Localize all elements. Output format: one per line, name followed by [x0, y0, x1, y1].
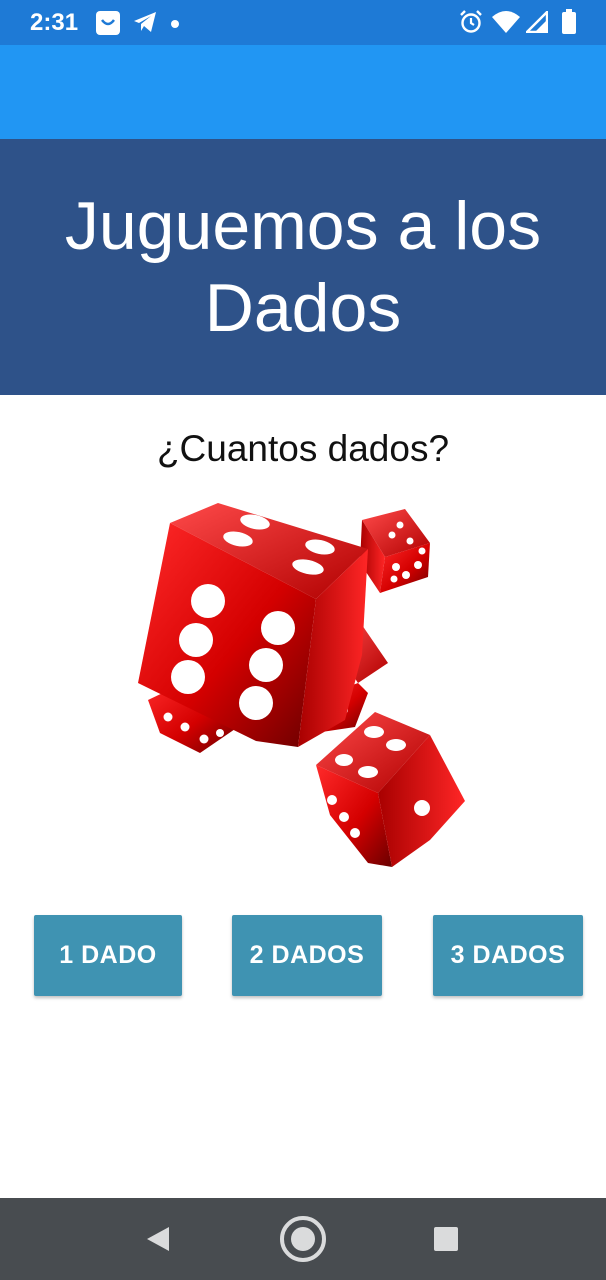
- smile-notification-icon: [95, 10, 121, 41]
- battery-icon: [561, 9, 577, 40]
- navigation-bar: [0, 1198, 606, 1280]
- small-die-top-right: [360, 509, 430, 593]
- telegram-icon: [132, 10, 158, 39]
- three-dice-button[interactable]: 3 DADOS: [433, 915, 583, 996]
- dot-icon: [170, 16, 180, 34]
- alarm-icon: [459, 10, 483, 39]
- status-bar: 2:31: [0, 0, 606, 45]
- title-line-2: Dados: [204, 270, 402, 346]
- red-dice-image: [130, 495, 475, 875]
- die-bottom-right: [316, 712, 465, 867]
- title-line-1: Juguemos a los: [64, 188, 542, 264]
- status-time: 2:31: [30, 9, 79, 36]
- recents-icon[interactable]: [416, 1198, 476, 1280]
- page-title: Juguemos a los Dados: [43, 185, 563, 349]
- signal-icon: [524, 9, 549, 38]
- question-text: ¿Cuantos dados?: [156, 428, 450, 469]
- two-dice-button[interactable]: 2 DADOS: [232, 915, 382, 996]
- app-bar: [0, 45, 606, 139]
- wifi-icon: [492, 11, 520, 38]
- home-icon[interactable]: [273, 1198, 333, 1280]
- back-icon[interactable]: [128, 1198, 188, 1280]
- title-banner: Juguemos a los Dados: [0, 139, 606, 395]
- one-die-button[interactable]: 1 DADO: [34, 915, 182, 996]
